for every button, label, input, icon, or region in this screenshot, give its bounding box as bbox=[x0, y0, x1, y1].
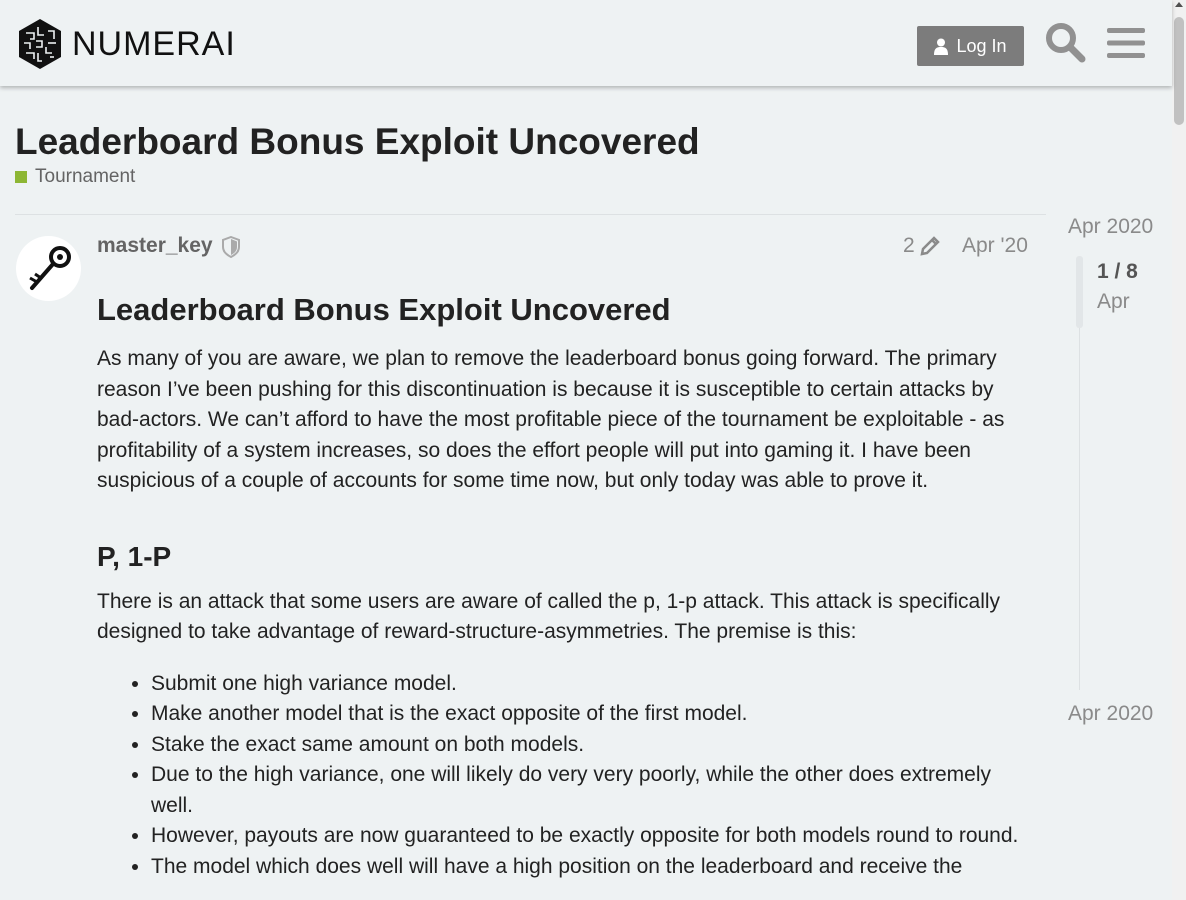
attack-steps-list: Submit one high variance model. Make ano… bbox=[97, 669, 1037, 883]
page-title[interactable]: Leaderboard Bonus Exploit Uncovered bbox=[15, 120, 700, 164]
avatar[interactable] bbox=[16, 236, 81, 301]
post-username[interactable]: master_key bbox=[97, 234, 213, 258]
scroll-thumb[interactable] bbox=[1174, 17, 1184, 125]
list-item: However, payouts are now guaranteed to b… bbox=[151, 821, 1037, 852]
post-heading: Leaderboard Bonus Exploit Uncovered bbox=[97, 292, 671, 327]
page-scrollbar[interactable] bbox=[1172, 0, 1186, 900]
list-item: The model which does well will have a hi… bbox=[151, 852, 1037, 883]
title-divider bbox=[15, 214, 1046, 215]
login-button[interactable]: Log In bbox=[917, 26, 1024, 66]
section-heading: P, 1-P bbox=[97, 540, 172, 572]
numerai-logo[interactable]: NUMERAI bbox=[16, 17, 236, 71]
category-color-swatch bbox=[15, 171, 27, 183]
list-item: Submit one high variance model. bbox=[151, 669, 1037, 700]
hamburger-menu-icon[interactable] bbox=[1107, 26, 1145, 60]
list-item: Make another model that is the exact opp… bbox=[151, 699, 1037, 730]
edit-count: 2 bbox=[903, 234, 915, 257]
post-content: Leaderboard Bonus Exploit Uncovered As m… bbox=[97, 288, 1037, 882]
category-label: Tournament bbox=[35, 166, 136, 187]
timeline-position: 1 / 8 bbox=[1097, 260, 1138, 283]
pencil-icon bbox=[920, 236, 940, 256]
timeline-start-date[interactable]: Apr 2020 bbox=[1068, 215, 1153, 239]
login-label: Log In bbox=[956, 35, 1007, 56]
timeline-month: Apr bbox=[1097, 290, 1130, 313]
timeline-end-date[interactable]: Apr 2020 bbox=[1068, 702, 1153, 726]
list-item: Stake the exact same amount on both mode… bbox=[151, 730, 1037, 761]
list-item: Due to the high variance, one will likel… bbox=[151, 760, 1037, 821]
edit-history-button[interactable]: 2 bbox=[903, 234, 941, 258]
scroll-up-arrow-icon[interactable] bbox=[1175, 2, 1183, 7]
category-badge[interactable]: Tournament bbox=[15, 166, 135, 188]
timeline-handle[interactable] bbox=[1076, 256, 1083, 328]
numerai-logo-icon bbox=[19, 19, 61, 69]
section-paragraph: There is an attack that some users are a… bbox=[97, 589, 1001, 644]
site-header: NUMERAI Log In bbox=[0, 0, 1172, 86]
logo-wordmark: NUMERAI bbox=[72, 25, 236, 63]
search-icon[interactable] bbox=[1044, 21, 1086, 63]
post-intro-paragraph: As many of you are aware, we plan to rem… bbox=[97, 347, 1005, 492]
post-date[interactable]: Apr '20 bbox=[962, 234, 1028, 258]
user-icon bbox=[934, 38, 949, 55]
key-avatar-icon bbox=[29, 246, 71, 290]
shield-icon bbox=[222, 236, 240, 258]
